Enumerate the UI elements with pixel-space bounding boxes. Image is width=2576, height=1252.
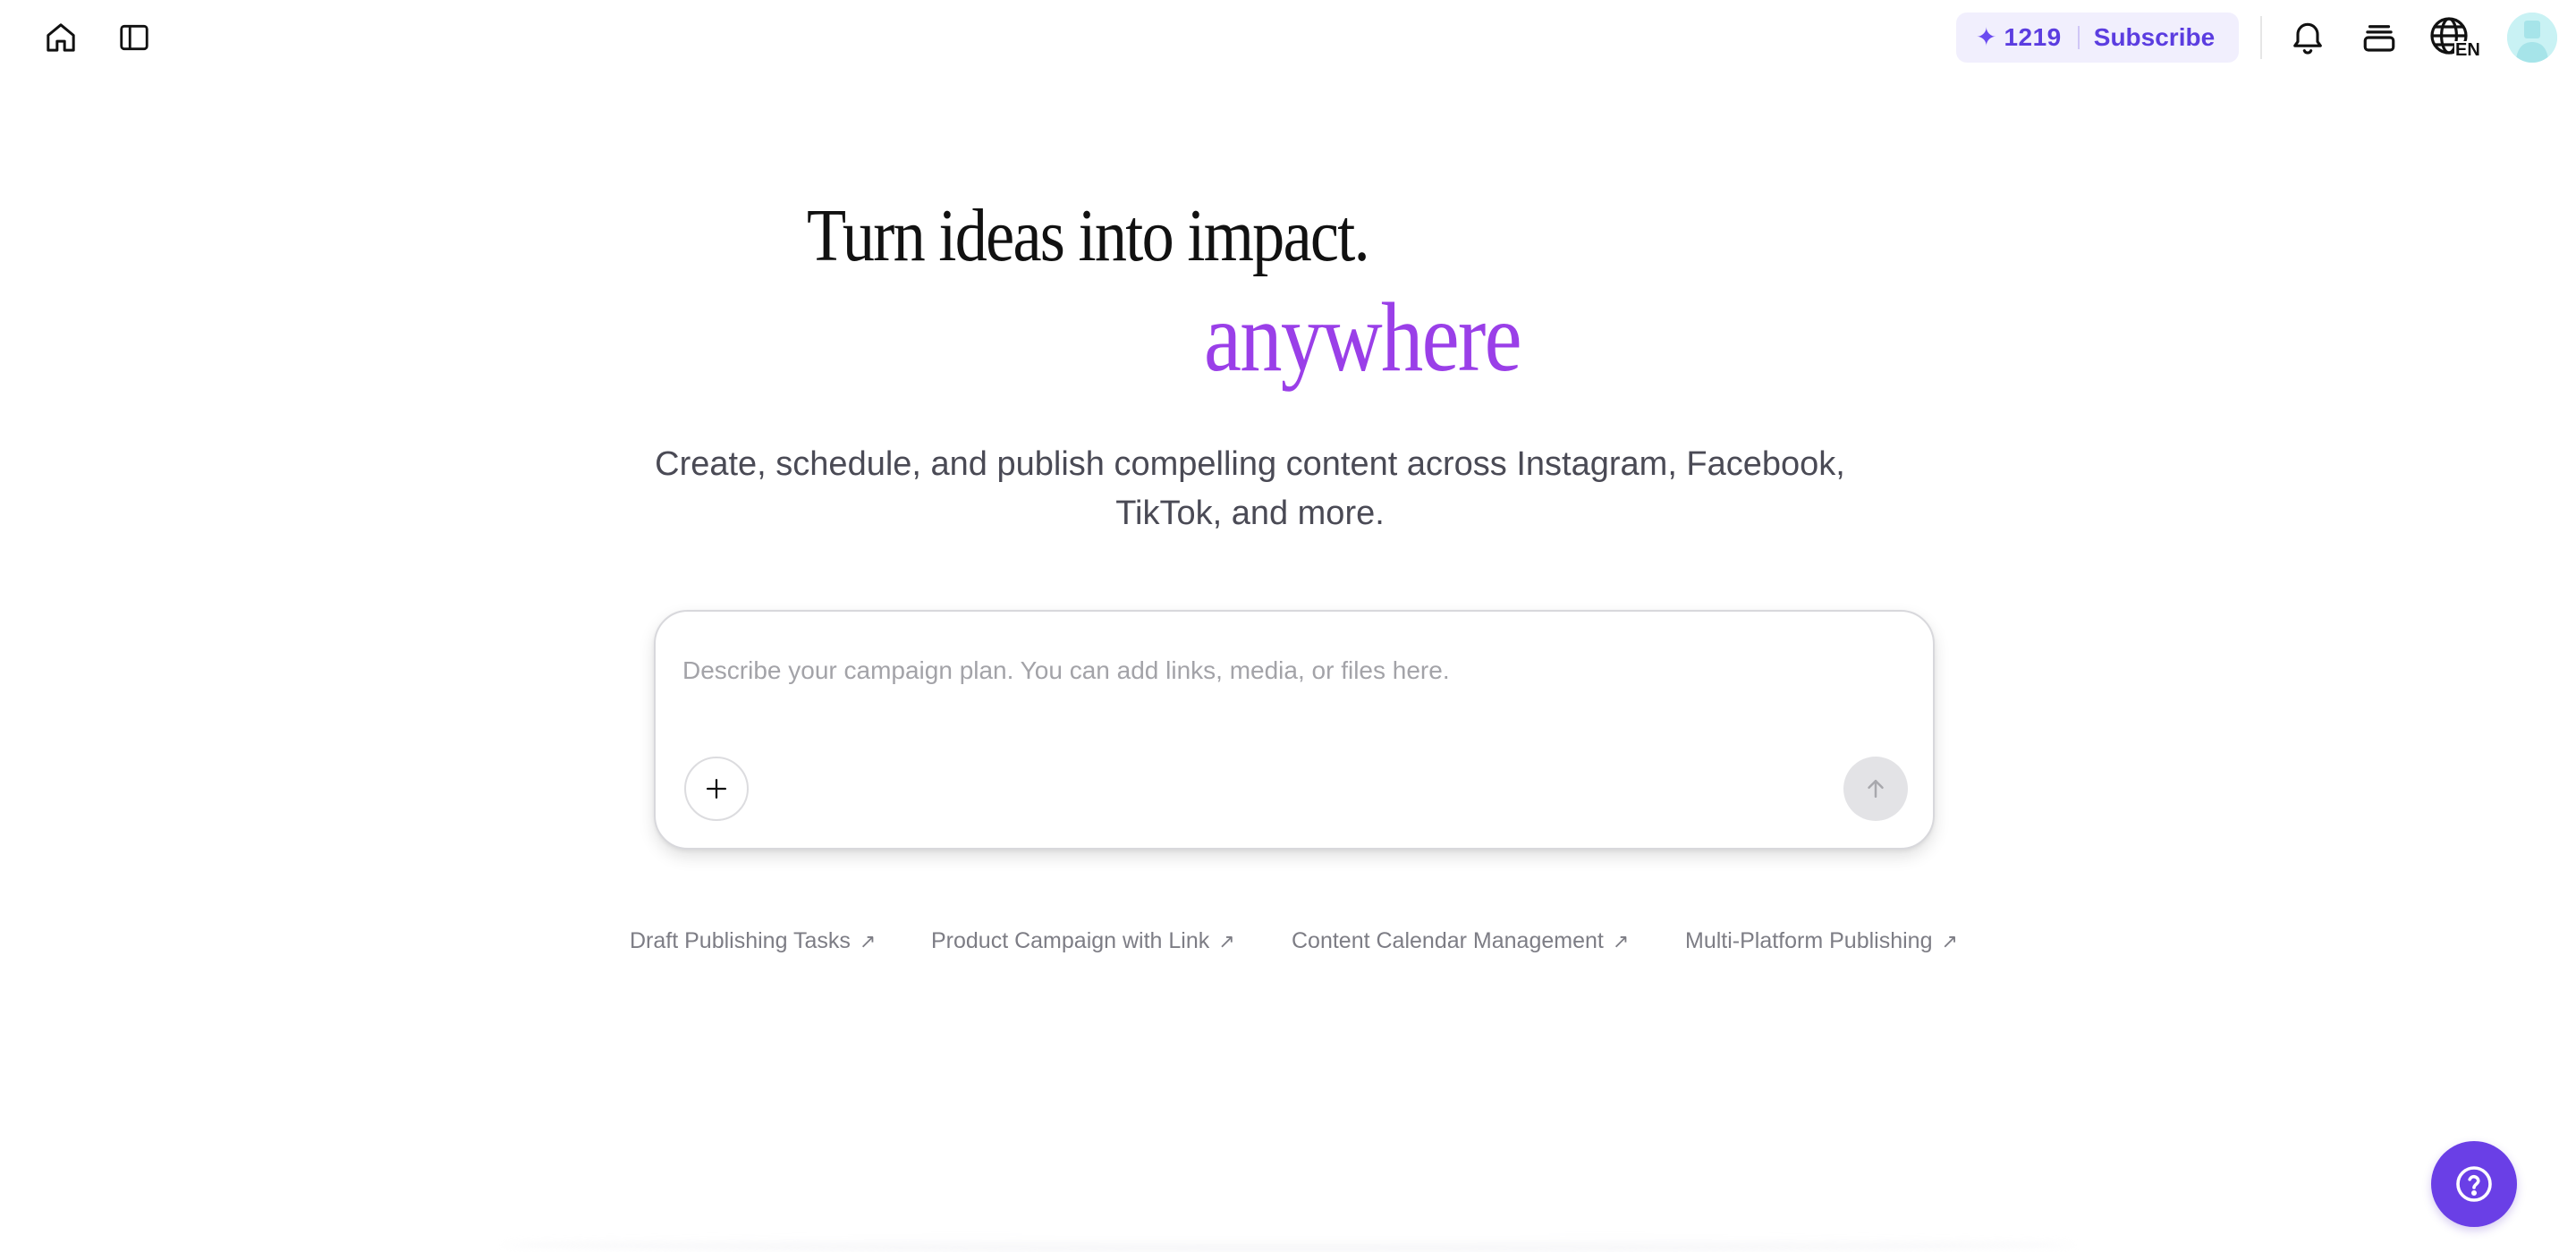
help-circle-icon xyxy=(2456,1166,2492,1202)
suggestion-label: Multi-Platform Publishing xyxy=(1685,928,1933,953)
topbar-divider xyxy=(2260,16,2262,59)
suggestion-label: Product Campaign with Link xyxy=(931,928,1210,953)
avatar-icon[interactable] xyxy=(2507,13,2557,63)
suggestion-label: Draft Publishing Tasks xyxy=(630,928,851,953)
stack-icon[interactable] xyxy=(2358,16,2401,59)
suggestion-list: Draft Publishing Tasks ↗ Product Campaig… xyxy=(0,928,2576,964)
suggestion-label: Content Calendar Management xyxy=(1292,928,1604,953)
suggestion-draft-publishing-tasks[interactable]: Draft Publishing Tasks ↗ xyxy=(630,928,876,954)
home-icon[interactable] xyxy=(39,18,82,57)
campaign-composer xyxy=(654,610,1935,850)
hero-subtitle: Create, schedule, and publish compelling… xyxy=(655,445,1845,532)
language-selector[interactable]: EN xyxy=(2426,14,2483,64)
campaign-prompt-input[interactable] xyxy=(682,644,1899,698)
arrow-up-right-icon: ↗ xyxy=(1941,929,1958,952)
language-label: EN xyxy=(2454,40,2481,60)
help-button[interactable] xyxy=(2431,1141,2517,1227)
arrow-up-right-icon: ↗ xyxy=(1612,929,1630,952)
credits-pill[interactable]: ✦ 1219 Subscribe xyxy=(1956,13,2239,63)
arrow-up-icon xyxy=(1868,780,1884,798)
send-button[interactable] xyxy=(1843,757,1908,821)
arrow-up-right-icon: ↗ xyxy=(1218,929,1235,952)
sidebar-toggle-icon[interactable] xyxy=(113,18,156,57)
suggestion-content-calendar-management[interactable]: Content Calendar Management ↗ xyxy=(1292,928,1629,954)
bell-icon[interactable] xyxy=(2286,16,2329,59)
arrow-up-right-icon: ↗ xyxy=(859,929,877,952)
top-bar: ✦ 1219 Subscribe EN xyxy=(0,0,2576,75)
sparkle-icon: ✦ xyxy=(1976,23,1997,51)
page: ✦ 1219 Subscribe EN Turn ideas into impa… xyxy=(0,0,2576,1252)
credits-count: 1219 xyxy=(2004,23,2062,51)
plus-icon xyxy=(706,778,727,799)
hero-title: Turn ideas into impact. xyxy=(807,194,1370,277)
suggestion-multi-platform-publishing[interactable]: Multi-Platform Publishing ↗ xyxy=(1685,928,1958,954)
hero-accent-word: anywhere xyxy=(1204,283,1522,392)
attach-button[interactable] xyxy=(684,757,749,821)
subscribe-button[interactable]: Subscribe xyxy=(2094,23,2215,52)
bottom-shadow xyxy=(501,1238,2075,1252)
suggestion-product-campaign-with-link[interactable]: Product Campaign with Link ↗ xyxy=(931,928,1235,954)
credits-separator xyxy=(2077,26,2080,49)
